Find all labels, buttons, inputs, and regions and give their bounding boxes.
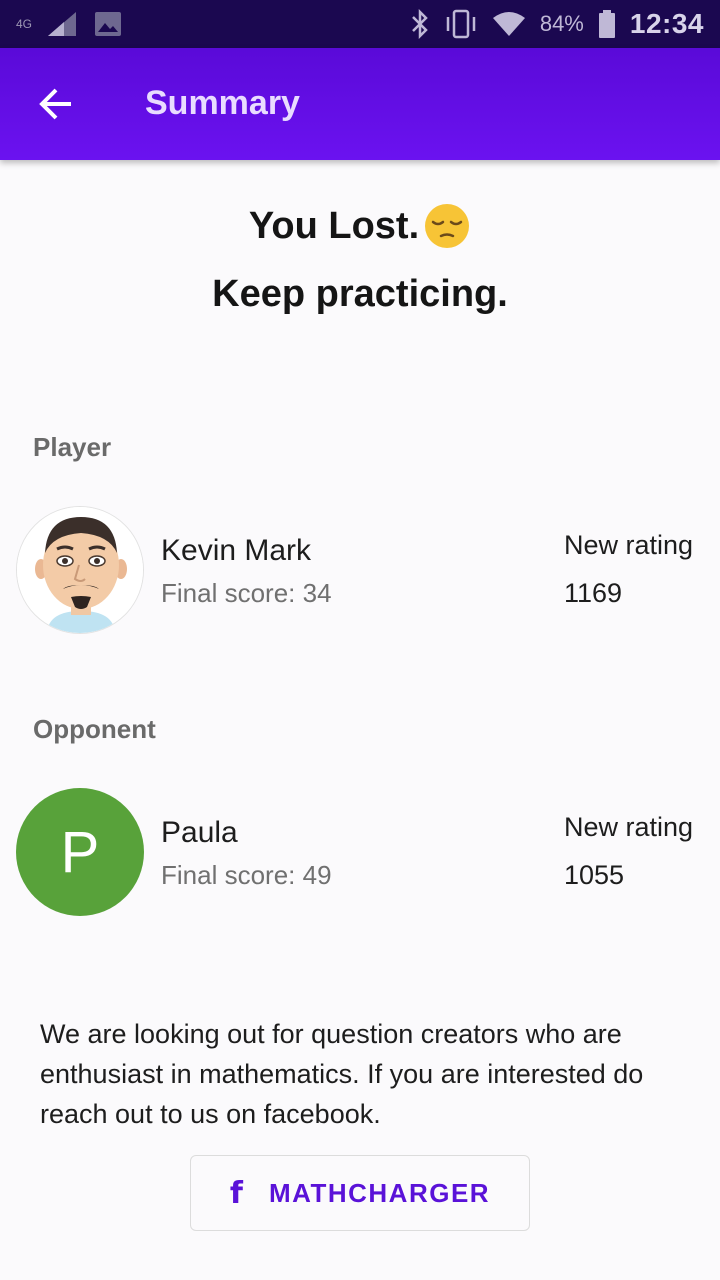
facebook-icon: f	[229, 1175, 243, 1211]
result-subline: Keep practicing.	[212, 273, 508, 315]
facebook-button-label: MATHCHARGER	[268, 1177, 491, 1208]
bitmoji-avatar-icon	[17, 507, 143, 633]
app-bar: Summary	[0, 48, 720, 160]
image-notification-icon	[95, 12, 122, 36]
battery-icon	[598, 10, 615, 38]
player-avatar	[16, 506, 144, 634]
opponent-rating-label: New rating	[564, 812, 694, 842]
result-headline: You Lost.	[248, 204, 420, 247]
opponent-avatar: P	[16, 788, 144, 916]
vibrate-icon	[446, 9, 476, 39]
network-type: 4G	[16, 17, 33, 31]
battery-percent: 84%	[539, 11, 584, 36]
player-final-score: Final score: 34	[161, 578, 332, 608]
page-title: Summary	[145, 84, 300, 122]
player-rating-label: New rating	[564, 530, 694, 560]
opponent-section-label: Opponent	[33, 714, 156, 744]
signal-icon	[48, 12, 77, 36]
player-section-label: Player	[33, 432, 112, 462]
wifi-icon	[492, 12, 525, 36]
opponent-row: P Paula Final score: 49 New rating 1055	[0, 788, 720, 918]
status-bar: 4G 84% 12:34	[0, 0, 720, 48]
clock-time: 12:34	[629, 8, 704, 39]
pensive-face-emoji	[425, 204, 470, 248]
player-name: Kevin Mark	[161, 534, 312, 567]
player-row: Kevin Mark Final score: 34 New rating 11…	[0, 506, 720, 636]
result-message: You Lost. Keep practicing.	[0, 200, 720, 320]
result-headline-row: You Lost.	[0, 200, 720, 252]
facebook-page-button[interactable]: f MATHCHARGER	[190, 1155, 530, 1231]
status-right: 84% 12:34	[410, 8, 704, 40]
opponent-final-score: Final score: 49	[161, 860, 332, 890]
status-left: 4G	[16, 10, 122, 38]
player-rating-value: 1169	[564, 578, 623, 608]
back-button[interactable]	[32, 80, 80, 128]
opponent-name: Paula	[161, 816, 238, 849]
bluetooth-icon	[411, 9, 428, 39]
opponent-rating-value: 1055	[564, 860, 625, 890]
arrow-left-icon	[39, 88, 71, 120]
promo-message: We are looking out for question creators…	[40, 1019, 644, 1129]
